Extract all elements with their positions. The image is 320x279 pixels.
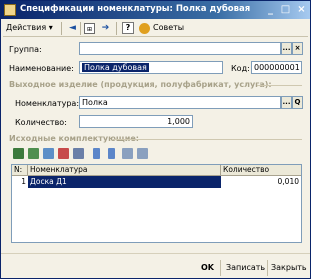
go-to-icon[interactable]: ➔ [100,23,111,34]
toolbar-separator [61,22,62,35]
column-header-n[interactable]: N: [12,165,28,176]
help-button[interactable]: ? [122,22,134,34]
sort-ascending-icon[interactable] [122,148,133,159]
name-field[interactable]: Полка дубовая [79,61,223,74]
delete-row-icon[interactable] [58,148,69,159]
save-button[interactable]: Записать [226,263,265,272]
row-nomenclature[interactable]: Доска Д1 [28,176,221,188]
code-label: Код: [231,64,250,73]
maximize-button[interactable]: □ [279,4,292,16]
window-title: Спецификации номенклатуры: Полка дубовая [20,4,251,14]
quantity-label: Количество: [15,118,67,127]
advice-icon [139,23,150,34]
close-button[interactable]: Закрыть [271,263,307,272]
specification-window: Спецификации номенклатуры: Полка дубовая… [0,0,311,279]
move-down-icon[interactable] [108,148,115,159]
document-icon [4,4,16,16]
ok-button[interactable]: OK [201,263,214,272]
components-toolbar [11,147,211,161]
code-field[interactable]: 000000001 [251,61,302,74]
output-section-title: Выходное изделие (продукция, полуфабрика… [9,80,272,89]
add-row-icon[interactable] [13,148,24,159]
copy-row-icon[interactable] [28,148,39,159]
toolbar-separator [80,22,81,35]
section-divider [113,139,302,140]
title-bar[interactable]: Спецификации номенклатуры: Полка дубовая… [1,1,310,19]
group-label: Группа: [9,45,42,54]
table-header: N: Номенклатура Количество [12,165,301,176]
nomenclature-select-button[interactable]: ... [281,96,292,109]
nomenclature-label: Номенклатура: [15,99,80,108]
column-header-nomenclature[interactable]: Номенклатура [28,165,221,176]
column-header-quantity[interactable]: Количество [221,165,301,176]
edit-row-icon[interactable] [43,148,54,159]
row-number: 1 [21,177,26,186]
toolbar-separator [116,22,117,35]
name-label: Наименование: [9,64,74,73]
nomenclature-open-icon[interactable]: Q [292,96,303,109]
components-table[interactable]: N: Номенклатура Количество 1 Доска Д1 0,… [11,164,302,243]
structure-icon[interactable]: ⊞ [84,23,95,34]
button-separator [220,260,221,276]
group-clear-button[interactable]: × [292,42,303,55]
row-quantity[interactable]: 0,010 [221,176,301,188]
quantity-field[interactable]: 1,000 [79,115,193,128]
sort-descending-icon[interactable] [137,148,148,159]
button-separator [267,260,268,276]
nomenclature-field[interactable]: Полка [79,96,281,109]
table-row[interactable]: 1 Доска Д1 0,010 [12,176,301,188]
name-value: Полка дубовая [82,63,149,72]
minimize-button[interactable]: _ [264,4,277,16]
advice-button[interactable]: Советы [153,23,184,32]
form-toolbar: Действия ▾ ◄ ⊞ ➔ ? Советы [3,20,308,37]
move-up-icon[interactable] [93,148,100,159]
group-select-button[interactable]: ... [281,42,292,55]
group-field[interactable] [79,42,281,55]
actions-menu-button[interactable]: Действия ▾ [6,23,53,32]
bottom-bar: OK Записать Закрыть [1,253,310,278]
back-arrow-icon[interactable]: ◄ [67,23,78,34]
close-window-button[interactable]: × [295,4,308,16]
section-divider [257,85,302,86]
end-edit-icon[interactable] [73,148,84,159]
